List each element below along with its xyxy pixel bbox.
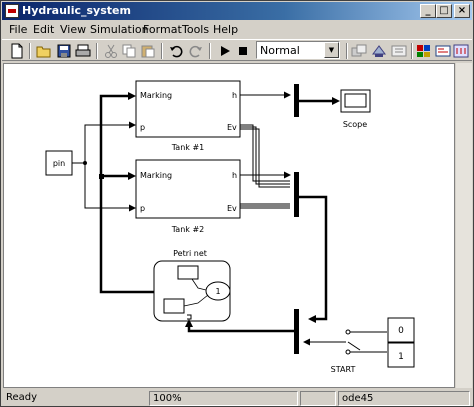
- model-canvas[interactable]: Marking p h Ev Tank #1 Marking p h Ev Ta…: [3, 63, 455, 388]
- close-button[interactable]: ×: [454, 4, 470, 18]
- switch-label: START: [331, 365, 356, 374]
- constant-0-block[interactable]: 0: [387, 317, 415, 343]
- undo-icon[interactable]: [167, 42, 185, 60]
- print-icon[interactable]: [74, 42, 92, 60]
- toolbar-separator: [411, 43, 413, 59]
- constant-0-value: 0: [398, 326, 404, 336]
- open-folder-icon[interactable]: [35, 42, 53, 60]
- petri-place-label: 1: [215, 287, 220, 296]
- copy-icon[interactable]: [120, 42, 138, 60]
- tank2-block[interactable]: Marking p h Ev Tank #2: [135, 159, 241, 234]
- tank-ev-bus-lines: [240, 124, 290, 209]
- title-bar[interactable]: Hydraulic_system _ □ ×: [2, 2, 472, 20]
- build-icon[interactable]: [350, 42, 368, 60]
- tank1-port-ev: Ev: [227, 123, 237, 132]
- menu-format[interactable]: Format: [143, 23, 182, 36]
- toolbar-separator: [96, 43, 98, 59]
- debug-icon[interactable]: [390, 42, 408, 60]
- simulation-mode-value: Normal: [260, 44, 300, 57]
- simulink-window: Hydraulic_system _ □ × File Edit View Si…: [0, 0, 474, 407]
- save-icon[interactable]: [55, 42, 73, 60]
- toolbar-separator: [161, 43, 163, 59]
- toolbar-separator: [29, 43, 31, 59]
- minimize-button[interactable]: _: [420, 4, 436, 18]
- status-bar: Ready 100% ode45: [2, 390, 472, 406]
- tank1-port-marking: Marking: [140, 91, 172, 100]
- pin-label: pin: [53, 159, 65, 168]
- model-explorer-icon[interactable]: [434, 42, 452, 60]
- pin-source-block[interactable]: pin: [45, 150, 73, 176]
- menu-simulation[interactable]: Simulation: [90, 23, 149, 36]
- update-diagram-icon[interactable]: [370, 42, 388, 60]
- start-simulation-icon[interactable]: [216, 42, 234, 60]
- status-state: Ready: [6, 392, 38, 403]
- chevron-down-icon[interactable]: ▼: [324, 42, 339, 58]
- toolbar: Normal ▼: [2, 39, 472, 61]
- tank2-port-h: h: [232, 171, 237, 180]
- tank1-block[interactable]: Marking p h Ev Tank #1: [135, 80, 241, 152]
- tank1-port-p: p: [140, 123, 145, 132]
- paste-icon[interactable]: [139, 42, 157, 60]
- status-solver: ode45: [338, 391, 470, 406]
- toolbar-separator: [209, 43, 211, 59]
- bus-editor-icon[interactable]: [452, 42, 470, 60]
- petri-net-block[interactable]: Petri net 1: [153, 249, 231, 322]
- tank2-port-ev: Ev: [227, 204, 237, 213]
- constant-1-block[interactable]: 1: [387, 342, 415, 368]
- menu-tools[interactable]: Tools: [182, 23, 209, 36]
- scope-block[interactable]: Scope: [340, 89, 371, 129]
- redo-icon[interactable]: [187, 42, 205, 60]
- cut-icon[interactable]: [102, 42, 120, 60]
- start-switch[interactable]: START: [303, 329, 387, 374]
- constant-1-value: 1: [398, 352, 404, 362]
- menu-edit[interactable]: Edit: [33, 23, 54, 36]
- new-file-icon[interactable]: [8, 42, 26, 60]
- simulation-mode-select[interactable]: Normal ▼: [256, 41, 340, 59]
- menu-view[interactable]: View: [60, 23, 86, 36]
- tank1-label: Tank #1: [171, 143, 205, 152]
- scope-label: Scope: [343, 120, 367, 129]
- tank2-label: Tank #2: [171, 225, 205, 234]
- maximize-button[interactable]: □: [436, 4, 452, 18]
- mux-ev[interactable]: [294, 172, 328, 323]
- library-browser-icon[interactable]: [415, 42, 433, 60]
- tank1-port-h: h: [232, 91, 237, 100]
- simulink-app-icon: [5, 4, 19, 18]
- window-title: Hydraulic_system: [22, 4, 131, 17]
- menu-bar: File Edit View Simulation Format Tools H…: [2, 20, 472, 39]
- status-blank: [300, 391, 336, 406]
- status-zoom: 100%: [149, 391, 298, 406]
- toolbar-separator: [346, 43, 348, 59]
- mux-scope[interactable]: [294, 84, 340, 117]
- vertical-scrollbar[interactable]: [456, 63, 472, 388]
- stop-simulation-icon[interactable]: [234, 42, 252, 60]
- petri-net-label: Petri net: [173, 249, 207, 258]
- tank2-port-marking: Marking: [140, 171, 172, 180]
- tank-h-lines: [240, 91, 291, 179]
- menu-help[interactable]: Help: [213, 23, 238, 36]
- tank2-port-p: p: [140, 204, 145, 213]
- pin-signal-lines: [72, 121, 136, 212]
- menu-file[interactable]: File: [9, 23, 27, 36]
